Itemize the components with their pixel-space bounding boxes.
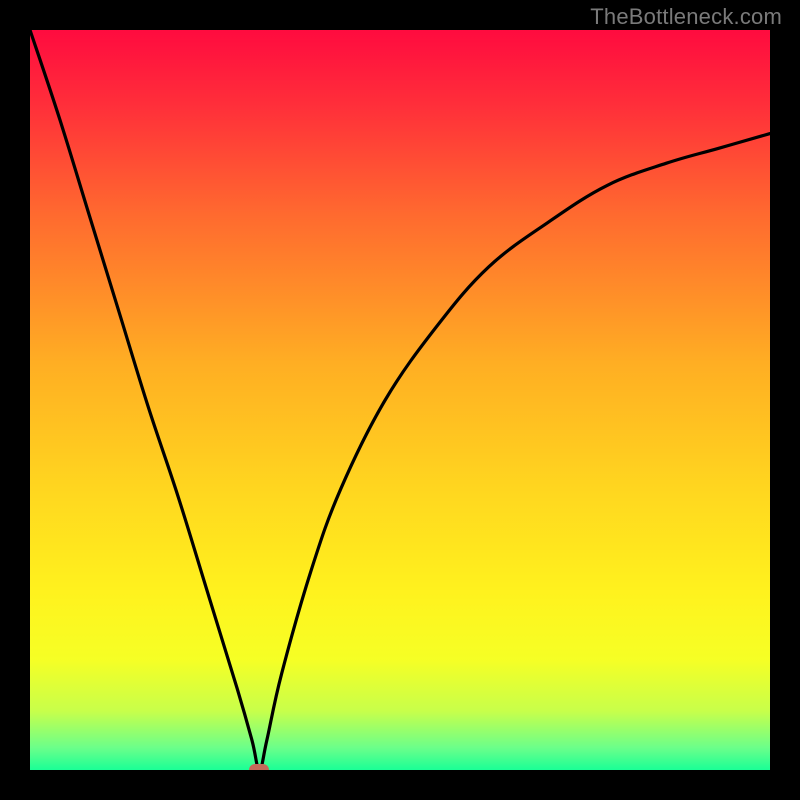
optimal-point-marker bbox=[249, 764, 269, 770]
watermark-text: TheBottleneck.com bbox=[590, 4, 782, 30]
chart-frame: TheBottleneck.com bbox=[0, 0, 800, 800]
plot-area bbox=[30, 30, 770, 770]
curve-layer bbox=[30, 30, 770, 770]
bottleneck-curve bbox=[30, 30, 770, 770]
